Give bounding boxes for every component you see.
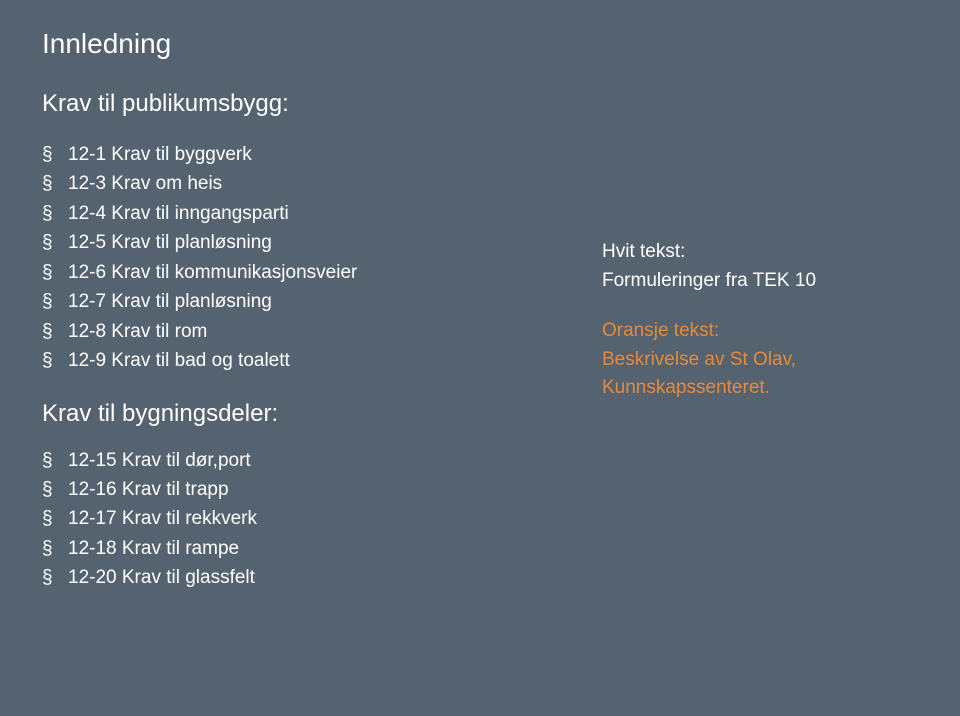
list-item: 12-1 Krav til byggverk	[68, 140, 562, 169]
list-item: 12-9 Krav til bad og toalett	[68, 346, 562, 375]
left-column: Krav til publikumsbygg: 12-1 Krav til by…	[42, 90, 562, 593]
section2-heading: Krav til bygningsdeler:	[42, 400, 562, 428]
list-item: 12-6 Krav til kommunikasjonsveier	[68, 258, 562, 287]
list-item: 12-16 Krav til trapp	[68, 475, 562, 504]
legend-white: Hvit tekst:Formuleringer fra TEK 10	[602, 238, 918, 295]
list-item: 12-4 Krav til inngangsparti	[68, 199, 562, 228]
list-item: 12-5 Krav til planløsning	[68, 228, 562, 257]
section2-list: 12-15 Krav til dør,port 12-16 Krav til t…	[42, 446, 562, 593]
list-item: 12-20 Krav til glassfelt	[68, 563, 562, 592]
list-item: 12-18 Krav til rampe	[68, 534, 562, 563]
content-columns: Krav til publikumsbygg: 12-1 Krav til by…	[42, 90, 918, 593]
list-item: 12-8 Krav til rom	[68, 317, 562, 346]
section1-heading: Krav til publikumsbygg:	[42, 90, 562, 118]
page-title: Innledning	[42, 28, 918, 60]
list-item: 12-17 Krav til rekkverk	[68, 504, 562, 533]
right-column: Hvit tekst:Formuleringer fra TEK 10 Oran…	[602, 90, 918, 593]
section1-list: 12-1 Krav til byggverk 12-3 Krav om heis…	[42, 140, 562, 376]
list-item: 12-7 Krav til planløsning	[68, 287, 562, 316]
legend-orange: Oransje tekst:Beskrivelse av St Olav, Ku…	[602, 317, 918, 403]
list-item: 12-15 Krav til dør,port	[68, 446, 562, 475]
list-item: 12-3 Krav om heis	[68, 169, 562, 198]
